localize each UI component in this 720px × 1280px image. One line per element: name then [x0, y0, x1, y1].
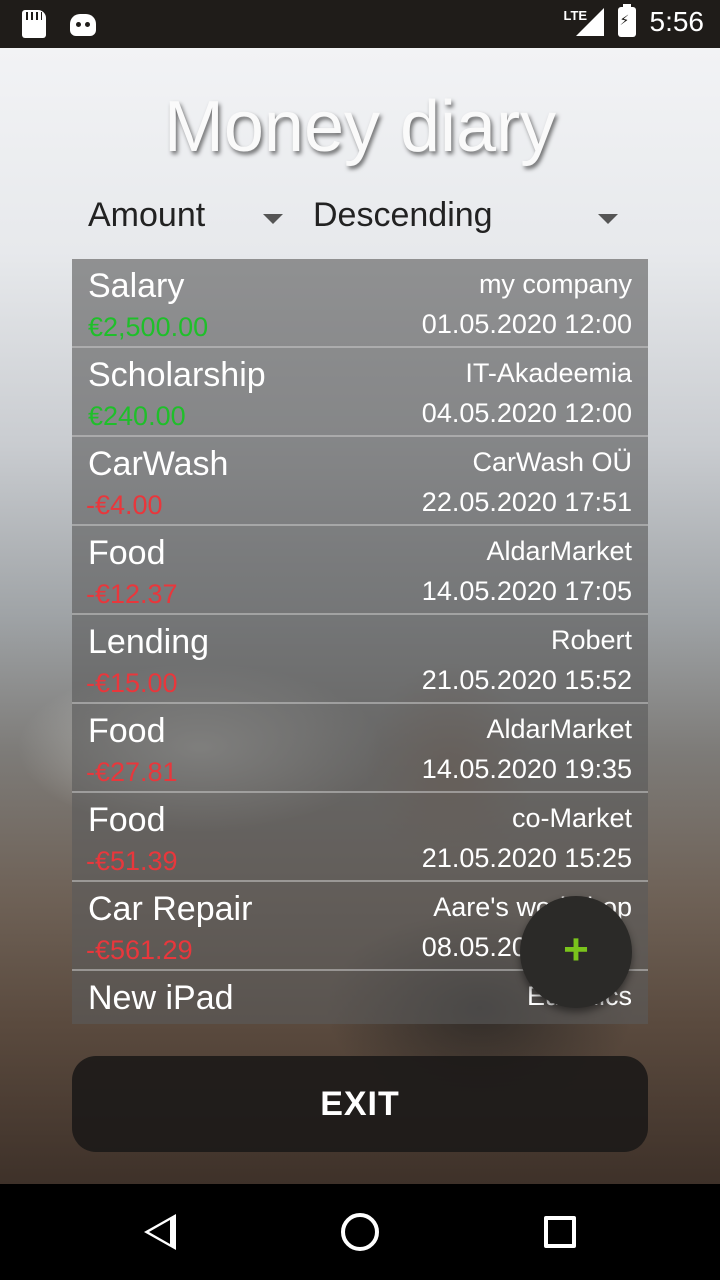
list-item[interactable]: Lending -€15.00 Robert 21.05.2020 15:52 — [72, 615, 648, 704]
dropdown-arrow-icon — [263, 214, 283, 224]
app-title: Money diary — [163, 87, 557, 167]
status-bar: LTE 5:56 — [0, 0, 720, 48]
list-item[interactable]: Food -€12.37 AldarMarket 14.05.2020 17:0… — [72, 526, 648, 615]
transaction-name: CarWash — [88, 445, 229, 483]
transaction-amount: €240.00 — [88, 401, 186, 431]
home-icon[interactable] — [341, 1213, 379, 1251]
sd-card-icon — [22, 10, 46, 38]
transaction-name: New iPad — [88, 979, 234, 1017]
transaction-date: 21.05.2020 15:25 — [421, 843, 632, 873]
transaction-amount: -€12.37 — [86, 579, 178, 609]
transaction-amount: -€15.00 — [86, 668, 178, 698]
list-item[interactable]: Food -€51.39 co-Market 21.05.2020 15:25 — [72, 793, 648, 882]
lte-signal-icon: LTE — [564, 6, 604, 38]
transaction-date: 22.05.2020 17:51 — [421, 487, 632, 517]
transaction-name: Food — [88, 712, 166, 750]
transaction-payee: CarWash OÜ — [472, 447, 632, 477]
transaction-payee: IT-Akadeemia — [465, 358, 632, 388]
list-item[interactable]: Scholarship €240.00 IT-Akadeemia 04.05.2… — [72, 348, 648, 437]
add-transaction-button[interactable]: + — [520, 896, 632, 1008]
sort-order-spinner[interactable]: Descending — [313, 196, 623, 246]
transaction-date: 21.05.2020 15:52 — [421, 665, 632, 695]
transaction-amount: -€4.00 — [86, 490, 163, 520]
transaction-name: Lending — [88, 623, 210, 661]
transaction-name: Car Repair — [88, 890, 253, 928]
transaction-payee: my company — [478, 269, 632, 299]
status-clock: 5:56 — [649, 6, 705, 37]
sort-field-value: Amount — [88, 196, 206, 234]
transaction-name: Food — [88, 534, 166, 572]
sort-order-value: Descending — [313, 196, 493, 234]
recent-apps-icon[interactable] — [544, 1216, 576, 1248]
battery-charging-icon — [617, 4, 636, 37]
transaction-amount: -€51.39 — [86, 846, 178, 876]
transaction-payee: AldarMarket — [486, 714, 632, 744]
transaction-date: 14.05.2020 17:05 — [421, 576, 632, 606]
android-notification-icon — [70, 14, 96, 36]
transaction-amount: €2,500.00 — [88, 312, 209, 342]
transaction-payee: co-Market — [511, 803, 632, 833]
transaction-amount: -€27.81 — [86, 757, 178, 787]
list-item[interactable]: Food -€27.81 AldarMarket 14.05.2020 19:3… — [72, 704, 648, 793]
dropdown-arrow-icon — [598, 214, 618, 224]
transaction-name: Food — [88, 801, 166, 839]
transaction-name: Scholarship — [88, 356, 266, 394]
transaction-amount: -€561.29 — [86, 935, 193, 965]
transaction-date: 01.05.2020 12:00 — [421, 309, 632, 339]
back-icon[interactable] — [144, 1214, 176, 1250]
transaction-payee: AldarMarket — [486, 536, 632, 566]
navigation-bar — [0, 1184, 720, 1280]
transaction-name: Salary — [88, 267, 185, 305]
transaction-date: 14.05.2020 19:35 — [421, 754, 632, 784]
list-item[interactable]: CarWash -€4.00 CarWash OÜ 22.05.2020 17:… — [72, 437, 648, 526]
plus-icon: + — [563, 925, 589, 974]
list-item[interactable]: Salary €2,500.00 my company 01.05.2020 1… — [72, 259, 648, 348]
exit-button[interactable]: EXIT — [72, 1056, 648, 1152]
transaction-date: 04.05.2020 12:00 — [421, 398, 632, 428]
sort-field-spinner[interactable]: Amount — [88, 196, 288, 246]
transaction-payee: Robert — [550, 625, 632, 655]
